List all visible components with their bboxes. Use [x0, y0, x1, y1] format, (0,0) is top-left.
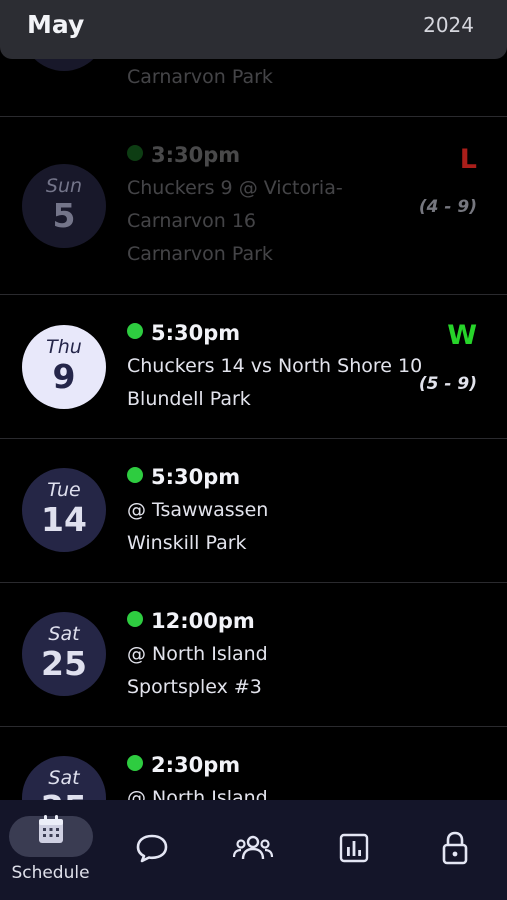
game-time: 2:30pm [127, 749, 427, 782]
game-row[interactable]: Sun 5 3:30pm Chuckers 9 @ Victoria- Carn… [0, 117, 507, 295]
status-dot [127, 467, 143, 483]
game-time-text: 5:30pm [151, 321, 241, 345]
status-dot [127, 611, 143, 627]
game-info: 5:30pm Chuckers 14 vs North Shore 10 Blu… [127, 317, 427, 416]
game-time: 3:30pm [127, 139, 427, 172]
tab-stats[interactable] [303, 800, 404, 900]
date-badge-today: Thu 9 [22, 325, 106, 409]
date-day: 25 [22, 789, 106, 801]
lock-icon [441, 830, 469, 870]
date-day: 25 [41, 644, 87, 683]
date-badge: Sat 25 [22, 612, 106, 696]
month-label: May [27, 10, 85, 39]
date-weekday: Thu [46, 336, 82, 358]
team-record: (4 - 9) [418, 197, 477, 217]
game-time: 12:00pm [127, 605, 427, 638]
date-day: 5 [52, 196, 76, 235]
team-record: (5 - 9) [418, 374, 477, 394]
game-info: Carnarvon Park [127, 61, 427, 94]
result-win: W [447, 320, 477, 351]
game-info: 12:00pm @ North Island Sportsplex #3 [127, 605, 427, 704]
game-time-text: 5:30pm [151, 465, 241, 489]
game-venue: Carnarvon Park [127, 243, 273, 265]
status-dot [127, 323, 143, 339]
stats-chart-icon [339, 833, 369, 867]
game-opponent: @ North Island [127, 643, 268, 665]
date-badge: Tue 14 [22, 468, 106, 552]
game-time-text: 2:30pm [151, 753, 241, 777]
schedule-list[interactable]: Carnarvon Park Sun 5 3:30pm Chuckers 9 @… [0, 0, 507, 800]
game-time: 5:30pm [127, 461, 427, 494]
month-header: May 2024 [0, 0, 507, 59]
status-dot [127, 755, 143, 771]
result-loss: L [459, 144, 477, 175]
game-time-text: 12:00pm [151, 609, 255, 633]
bottom-tab-bar: Schedule [0, 800, 507, 900]
game-matchup: Chuckers 14 vs North Shore 10 [127, 355, 423, 377]
game-info: 3:30pm Chuckers 9 @ Victoria- Carnarvon … [127, 139, 427, 271]
date-day: 14 [41, 500, 87, 539]
date-day: 9 [52, 357, 76, 396]
game-venue: Sportsplex #3 [127, 676, 262, 698]
game-opponent: @ Tsawwassen [127, 499, 269, 521]
calendar-icon [36, 814, 66, 850]
date-badge: Sun 5 [22, 164, 106, 248]
tab-lock[interactable] [404, 800, 505, 900]
date-weekday: Sat [48, 767, 80, 789]
tab-schedule[interactable]: Schedule [0, 800, 101, 900]
tab-chat[interactable] [101, 800, 202, 900]
date-weekday: Sat [48, 623, 80, 645]
game-row[interactable]: Thu 9 5:30pm Chuckers 14 vs North Shore … [0, 295, 507, 439]
year-label: 2024 [423, 13, 474, 37]
game-venue: Carnarvon Park [127, 66, 273, 88]
game-matchup-cont: Carnarvon 16 [127, 210, 257, 232]
game-row[interactable]: Sat 25 2:30pm @ North Island [0, 727, 507, 800]
game-row[interactable]: Sat 25 12:00pm @ North Island Sportsplex… [0, 583, 507, 727]
status-dot [127, 145, 143, 161]
game-venue: Blundell Park [127, 388, 251, 410]
game-info: 2:30pm @ North Island [127, 749, 427, 800]
game-time-text: 3:30pm [151, 143, 241, 167]
date-weekday: Tue [47, 479, 81, 501]
game-row[interactable]: Tue 14 5:30pm @ Tsawwassen Winskill Park [0, 439, 507, 583]
game-venue: Winskill Park [127, 532, 247, 554]
team-icon [232, 833, 274, 867]
game-info: 5:30pm @ Tsawwassen Winskill Park [127, 461, 427, 560]
tab-team[interactable] [202, 800, 303, 900]
game-matchup: Chuckers 9 @ Victoria- [127, 177, 343, 199]
chat-bubble-icon [135, 832, 169, 868]
date-badge: Sat 25 [22, 756, 106, 800]
game-opponent: @ North Island [127, 787, 268, 800]
date-weekday: Sun [45, 175, 83, 197]
game-time: 5:30pm [127, 317, 427, 350]
tab-label: Schedule [11, 863, 90, 883]
